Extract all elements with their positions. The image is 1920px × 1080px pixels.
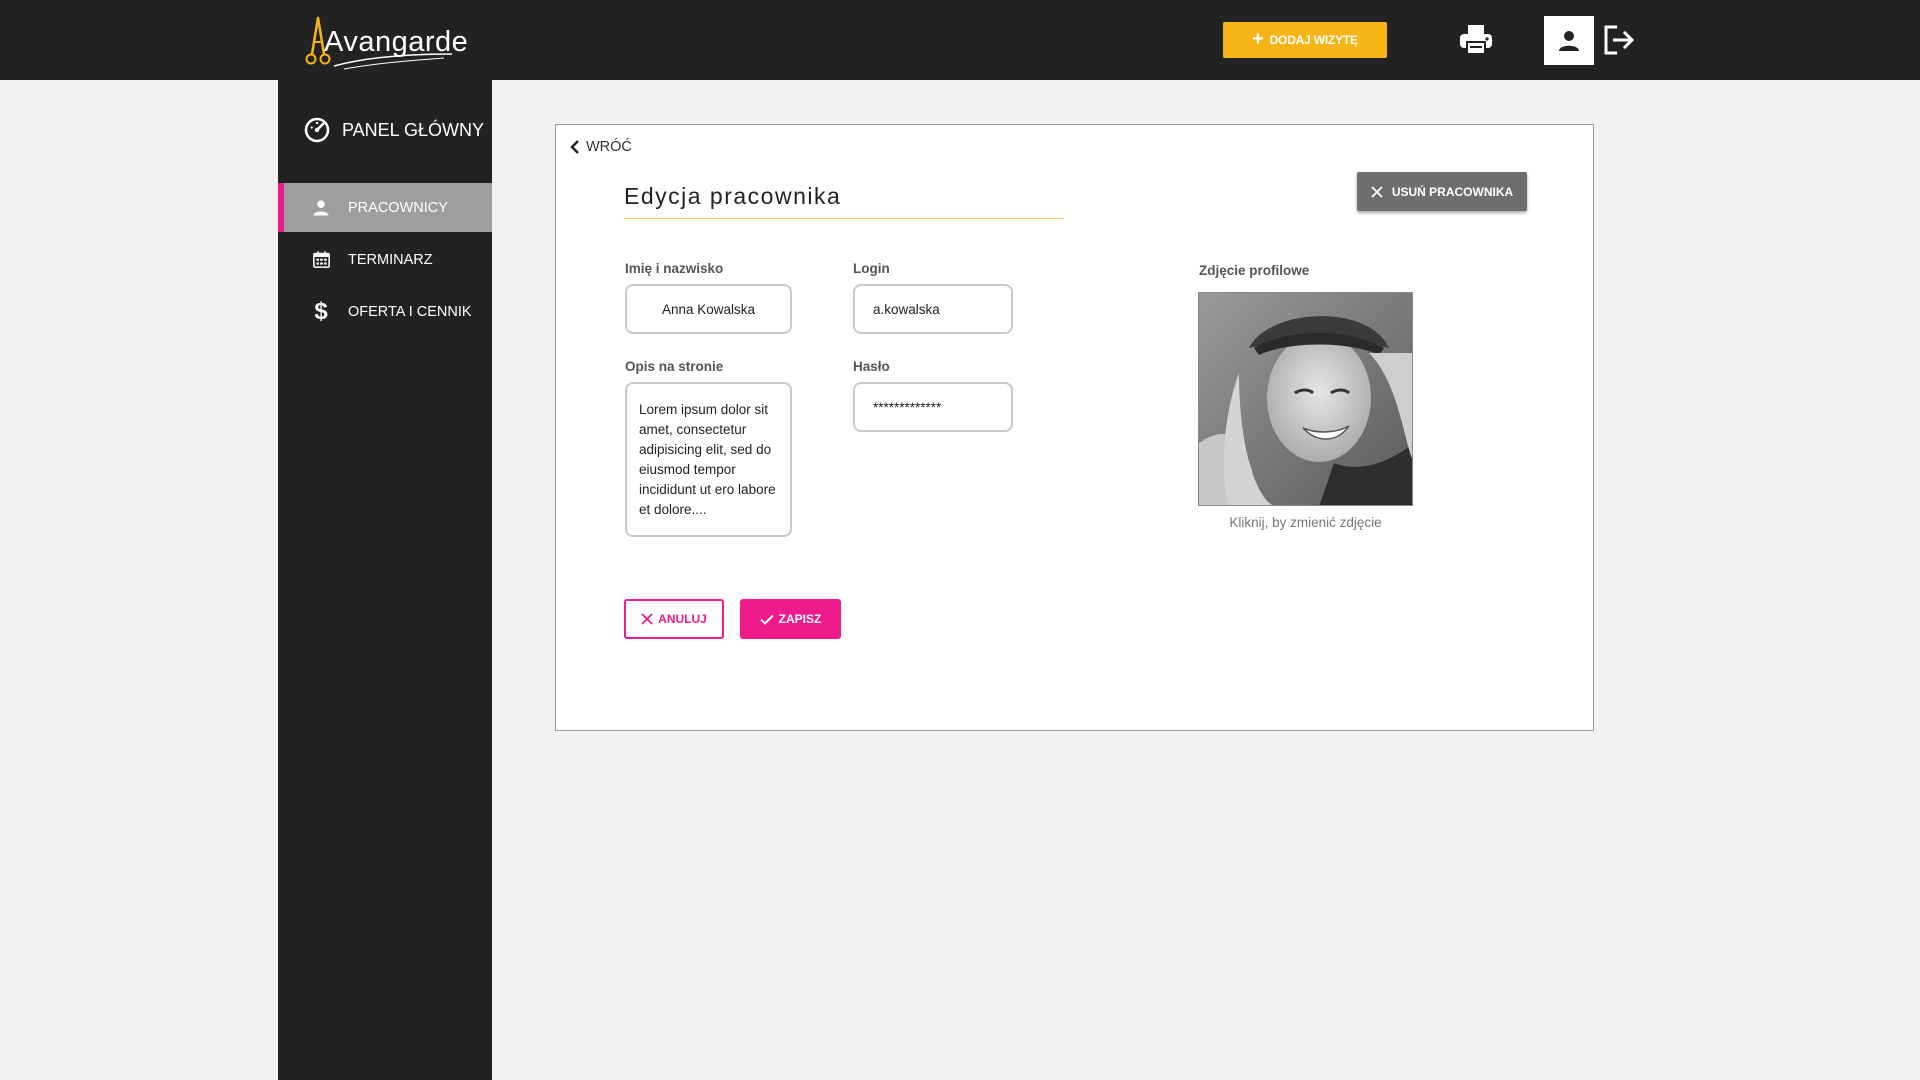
login-field[interactable]: a.kowalska [853,284,1013,334]
print-button[interactable] [1459,24,1493,56]
cancel-label: ANULUJ [658,612,707,626]
sidebar-item-schedule[interactable]: TERMINARZ [278,235,492,284]
add-visit-button[interactable]: + DODAJ WIZYTĘ [1223,22,1387,58]
profile-photo-image [1199,293,1412,505]
login-value: a.kowalska [873,301,940,317]
delete-employee-button[interactable]: USUŃ PRACOWNIKA [1357,172,1527,211]
employee-edit-card: WRÓĆ Edycja pracownika USUŃ PRACOWNIKA I… [555,124,1594,731]
back-link[interactable]: WRÓĆ [570,139,632,155]
cancel-button[interactable]: ANULUJ [624,599,724,639]
name-value: Anna Kowalska [661,301,756,317]
sidebar-item-offer-pricing[interactable]: $ OFERTA I CENNIK [278,287,492,336]
dashboard-gauge-icon [304,117,330,143]
name-field[interactable]: Anna Kowalska [625,284,792,334]
password-field[interactable]: ************* [853,382,1013,432]
user-icon [1559,30,1579,51]
printer-icon [1460,25,1492,55]
sidebar-item-label: TERMINARZ [348,251,433,268]
profile-photo[interactable] [1198,292,1413,506]
description-value: Lorem ipsum dolor sit amet, consectetur … [639,402,776,517]
sidebar: PANEL GŁÓWNY PRACOWNICY TERMINARZ $ OFER… [278,80,492,1080]
close-icon [641,613,653,625]
sidebar-item-label: PRACOWNICY [348,199,448,216]
sidebar-item-label: OFERTA I CENNIK [348,303,472,320]
dashboard-link[interactable]: PANEL GŁÓWNY [304,117,484,143]
add-visit-label: DODAJ WIZYTĘ [1269,33,1358,47]
plus-icon: + [1252,28,1264,50]
logout-button[interactable] [1603,24,1635,56]
user-icon [311,198,331,218]
photo-label: Zdjęcie profilowe [1199,263,1310,278]
dashboard-label: PANEL GŁÓWNY [342,119,485,140]
chevron-left-icon [570,140,579,154]
name-label: Imię i nazwisko [625,261,724,276]
photo-caption: Kliknij, by zmienić zdjęcie [1229,515,1382,530]
save-label: ZAPISZ [778,612,822,626]
password-value: ************* [873,399,942,415]
check-icon [759,614,774,625]
password-label: Hasło [853,359,890,374]
avangarde-logo[interactable]: Avangarde [304,14,468,74]
login-label: Login [853,261,890,276]
calendar-icon [311,250,331,270]
delete-employee-label: USUŃ PRACOWNIKA [1391,184,1514,199]
top-bar: Avangarde + DODAJ WIZYTĘ [0,0,1920,80]
logout-icon [1604,25,1635,55]
description-label: Opis na stronie [625,359,724,374]
brand-name: Avangarde [324,26,469,58]
save-button[interactable]: ZAPISZ [740,599,841,639]
back-label: WRÓĆ [586,139,632,155]
user-profile-button[interactable] [1544,16,1594,65]
dollar-icon: $ [314,297,328,325]
close-icon [1371,185,1383,198]
description-field[interactable]: Lorem ipsum dolor sit amet, consectetur … [625,382,792,537]
sidebar-item-employees[interactable]: PRACOWNICY [278,183,492,232]
page-title: Edycja pracownika [624,183,1064,219]
